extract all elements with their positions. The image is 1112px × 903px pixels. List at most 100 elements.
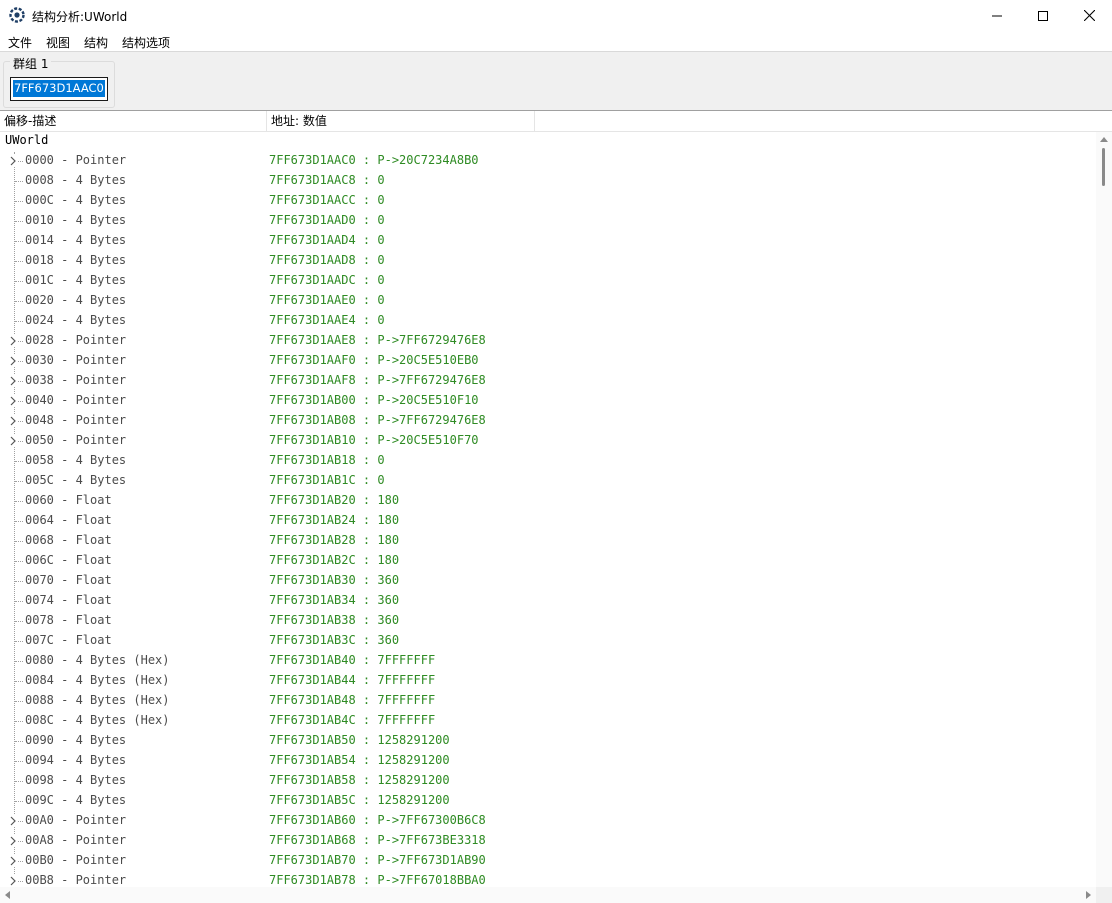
tree-row[interactable]: 00B8 - Pointer 7FF673D1AB78 : P->7FF67018… [0,872,1096,887]
tree-row[interactable]: 006C - Float 7FF673D1AB2C : 180 [0,552,1096,572]
row-offset-description: 005C - 4 Bytes [25,473,127,487]
tree-row[interactable]: 001C - 4 Bytes 7FF673D1AADC : 0 [0,272,1096,292]
chevron-right-icon[interactable] [8,355,18,367]
tree-row[interactable]: 0090 - 4 Bytes 7FF673D1AB50 : 1258291200 [0,732,1096,752]
tree-row[interactable]: 0030 - Pointer 7FF673D1AAF0 : P->20C5E510… [0,352,1096,372]
scroll-up-icon[interactable] [1100,137,1108,142]
scroll-right-icon[interactable] [1086,891,1091,899]
tree-row[interactable]: 008C - 4 Bytes (Hex) 7FF673D1AB4C : 7FFFF… [0,712,1096,732]
scroll-left-icon[interactable] [5,891,10,899]
chevron-right-icon[interactable] [8,395,18,407]
row-offset-description: 0070 - Float [25,573,112,587]
tree-row[interactable]: 0018 - 4 Bytes 7FF673D1AAD8 : 0 [0,252,1096,272]
vertical-scroll-thumb[interactable] [1102,148,1105,186]
tree-row[interactable]: 00A0 - Pointer 7FF673D1AB60 : P->7FF67300… [0,812,1096,832]
row-offset-description: 0000 - Pointer [25,153,127,167]
tree-row[interactable]: 009C - 4 Bytes 7FF673D1AB5C : 1258291200 [0,792,1096,812]
tree-row[interactable]: 0010 - 4 Bytes 7FF673D1AAD0 : 0 [0,212,1096,232]
tree-guide-connector [15,641,23,642]
row-address-value: 7FF673D1AAF8 : P->7FF6729476E8 [269,373,486,387]
tree-row[interactable]: 0098 - 4 Bytes 7FF673D1AB58 : 1258291200 [0,772,1096,792]
column-address-value[interactable]: 地址: 数值 [267,111,535,131]
tree-root-label[interactable]: UWorld [5,133,48,147]
tree-row[interactable]: 0020 - 4 Bytes 7FF673D1AAE0 : 0 [0,292,1096,312]
tree-row[interactable]: 007C - Float 7FF673D1AB3C : 360 [0,632,1096,652]
close-icon [1083,10,1095,21]
chevron-right-icon[interactable] [8,835,18,847]
vertical-scrollbar[interactable] [1096,132,1112,887]
close-button[interactable] [1066,0,1112,31]
minimize-button[interactable] [974,0,1020,31]
chevron-right-icon[interactable] [8,815,18,827]
row-address-value: 7FF673D1AB78 : P->7FF67018BBA0 [269,873,486,887]
tree-row[interactable]: 0074 - Float 7FF673D1AB34 : 360 [0,592,1096,612]
tree-row[interactable]: 0064 - Float 7FF673D1AB24 : 180 [0,512,1096,532]
tree-row[interactable]: 0084 - 4 Bytes (Hex) 7FF673D1AB44 : 7FFFF… [0,672,1096,692]
group-panel: 群组 1 7FF673D1AAC0 [0,51,1112,111]
tree-guide-connector [15,521,23,522]
tree-row[interactable]: 0000 - Pointer 7FF673D1AAC0 : P->20C7234A… [0,152,1096,172]
tree-guide-connector [15,261,23,262]
row-address-value: 7FF673D1AB70 : P->7FF673D1AB90 [269,853,486,867]
tree-guide-connector [15,801,23,802]
tree-row[interactable]: 0094 - 4 Bytes 7FF673D1AB54 : 1258291200 [0,752,1096,772]
row-address-value: 7FF673D1AAF0 : P->20C5E510EB0 [269,353,479,367]
structure-tree[interactable]: UWorld 0000 - Pointer 7FF673D1AAC0 : P->2… [0,132,1096,887]
tree-guide-connector [15,561,23,562]
tree-row[interactable]: 0028 - Pointer 7FF673D1AAE8 : P->7FF67294… [0,332,1096,352]
menu-view[interactable]: 视图 [46,34,70,51]
row-offset-description: 001C - 4 Bytes [25,273,127,287]
tree-row[interactable]: 000C - 4 Bytes 7FF673D1AACC : 0 [0,192,1096,212]
tree-row[interactable]: 0040 - Pointer 7FF673D1AB00 : P->20C5E510… [0,392,1096,412]
menu-structure[interactable]: 结构 [84,34,108,51]
chevron-right-icon[interactable] [8,335,18,347]
tree-guide-connector [15,541,23,542]
tree-row[interactable]: 0070 - Float 7FF673D1AB30 : 360 [0,572,1096,592]
chevron-right-icon[interactable] [8,155,18,167]
row-address-value: 7FF673D1AAC8 : 0 [269,173,385,187]
maximize-button[interactable] [1020,0,1066,31]
menu-structure-options[interactable]: 结构选项 [122,34,170,51]
row-offset-description: 0090 - 4 Bytes [25,733,127,747]
row-offset-description: 00B0 - Pointer [25,853,127,867]
row-address-value: 7FF673D1AB50 : 1258291200 [269,733,450,747]
tree-row[interactable]: 00B0 - Pointer 7FF673D1AB70 : P->7FF673D1… [0,852,1096,872]
chevron-right-icon[interactable] [8,875,18,887]
tree-guide-connector [15,201,23,202]
tree-row[interactable]: 0024 - 4 Bytes 7FF673D1AAE4 : 0 [0,312,1096,332]
column-offset-description[interactable]: 偏移-描述 [0,111,267,131]
horizontal-scrollbar[interactable] [0,887,1096,903]
chevron-right-icon[interactable] [8,415,18,427]
tree-row[interactable]: 0014 - 4 Bytes 7FF673D1AAD4 : 0 [0,232,1096,252]
maximize-icon [1038,10,1048,21]
address-input[interactable]: 7FF673D1AAC0 [10,77,108,101]
tree-guide-connector [15,781,23,782]
row-address-value: 7FF673D1AB58 : 1258291200 [269,773,450,787]
tree-row[interactable]: 0050 - Pointer 7FF673D1AB10 : P->20C5E510… [0,432,1096,452]
group-box: 群组 1 7FF673D1AAC0 [3,55,115,108]
tree-row[interactable]: 0088 - 4 Bytes (Hex) 7FF673D1AB48 : 7FFFF… [0,692,1096,712]
tree-guide-connector [15,281,23,282]
tree-row[interactable]: 0048 - Pointer 7FF673D1AB08 : P->7FF67294… [0,412,1096,432]
tree-row[interactable]: 0058 - 4 Bytes 7FF673D1AB18 : 0 [0,452,1096,472]
chevron-right-icon[interactable] [8,375,18,387]
row-offset-description: 0094 - 4 Bytes [25,753,127,767]
window-title: 结构分析:UWorld [32,10,128,24]
tree-row[interactable]: 0038 - Pointer 7FF673D1AAF8 : P->7FF67294… [0,372,1096,392]
tree-row[interactable]: 0080 - 4 Bytes (Hex) 7FF673D1AB40 : 7FFFF… [0,652,1096,672]
tree-row[interactable]: 00A8 - Pointer 7FF673D1AB68 : P->7FF673BE… [0,832,1096,852]
tree-row[interactable]: 0068 - Float 7FF673D1AB28 : 180 [0,532,1096,552]
menu-file[interactable]: 文件 [8,34,32,51]
row-address-value: 7FF673D1AB40 : 7FFFFFFF [269,653,436,667]
chevron-right-icon[interactable] [8,855,18,867]
row-address-value: 7FF673D1AAC0 : P->20C7234A8B0 [269,153,479,167]
row-offset-description: 0028 - Pointer [25,333,127,347]
tree-guide-connector [15,501,23,502]
tree-row[interactable]: 0078 - Float 7FF673D1AB38 : 360 [0,612,1096,632]
tree-row[interactable]: 0008 - 4 Bytes 7FF673D1AAC8 : 0 [0,172,1096,192]
tree-row[interactable]: 0060 - Float 7FF673D1AB20 : 180 [0,492,1096,512]
tree-guide-connector [15,681,23,682]
group-label: 群组 1 [10,55,52,72]
chevron-right-icon[interactable] [8,435,18,447]
tree-row[interactable]: 005C - 4 Bytes 7FF673D1AB1C : 0 [0,472,1096,492]
